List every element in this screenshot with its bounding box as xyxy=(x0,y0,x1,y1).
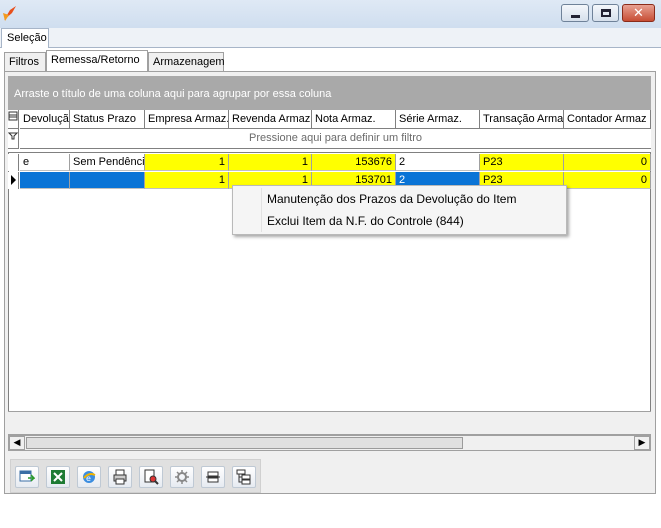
scroll-thumb[interactable] xyxy=(26,437,463,449)
maximize-icon xyxy=(600,9,611,17)
tab-remessa-retorno[interactable]: Remessa/Retorno xyxy=(46,50,148,72)
grid-footer xyxy=(8,411,651,435)
expand-button[interactable] xyxy=(232,466,256,488)
column-header-serie-armaz[interactable]: Série Armaz. xyxy=(396,110,480,129)
column-header-nota-armaz[interactable]: Nota Armaz. xyxy=(312,110,396,129)
current-row-arrow-icon xyxy=(8,172,19,189)
cell-nota-armaz[interactable]: 153676 xyxy=(312,154,396,171)
title-bar: ✕ xyxy=(0,0,661,28)
maximize-button[interactable] xyxy=(592,4,619,22)
cell-revenda-armaz[interactable]: 1 xyxy=(229,154,312,171)
collapse-button[interactable] xyxy=(201,466,225,488)
filter-row[interactable]: Pressione aqui para definir um filtro xyxy=(20,129,651,149)
column-header-empresa-armaz[interactable]: Empresa Armaz. xyxy=(145,110,229,129)
app-logo-icon xyxy=(3,6,16,21)
group-by-area[interactable]: Arraste o título de uma coluna aqui para… xyxy=(8,76,651,110)
settings-button[interactable] xyxy=(170,466,194,488)
context-menu: Manutenção dos Prazos da Devolução do It… xyxy=(232,185,567,235)
bottom-toolbar: e xyxy=(10,459,261,493)
column-header-status-prazo[interactable]: Status Prazo xyxy=(70,110,145,129)
cell-transacao-armaz[interactable]: P23 xyxy=(480,154,564,171)
cell-serie-armaz[interactable]: 2 xyxy=(396,154,480,171)
tab-filtros[interactable]: Filtros xyxy=(4,52,46,72)
scroll-left-icon[interactable]: ◀ xyxy=(9,436,25,450)
column-header-devolucao[interactable]: Devolução xyxy=(20,110,70,129)
minimize-button[interactable] xyxy=(561,4,589,22)
scroll-right-icon[interactable]: ▶ xyxy=(634,436,650,450)
collapse-icon xyxy=(206,471,220,483)
cell-contador-armaz[interactable]: 0 xyxy=(564,154,651,171)
column-header-contador-armaz[interactable]: Contador Armaz xyxy=(564,110,651,129)
column-header-revenda-armaz[interactable]: Revenda Armaz. xyxy=(229,110,312,129)
browser-icon: e xyxy=(83,471,96,483)
horizontal-scrollbar[interactable]: ◀ ▶ xyxy=(8,435,651,451)
print-preview-button[interactable] xyxy=(139,466,163,488)
cell-devolucao[interactable] xyxy=(20,172,70,189)
tab-armazenagem[interactable]: Armazenagem xyxy=(148,52,225,72)
grid-separator xyxy=(8,149,651,153)
context-menu-gutter xyxy=(261,188,262,232)
tab-selecao[interactable]: Seleção xyxy=(1,28,49,48)
settings-icon xyxy=(175,470,189,484)
close-icon: ✕ xyxy=(633,5,644,21)
column-header-transacao-armaz[interactable]: Transação Armaz. xyxy=(480,110,564,129)
column-chooser-icon[interactable] xyxy=(8,110,19,129)
menu-item-exclui-item[interactable]: Exclui Item da N.F. do Controle (844) xyxy=(267,214,464,228)
cell-contador-armaz[interactable]: 0 xyxy=(564,172,651,189)
menu-item-manutencao-prazos[interactable]: Manutenção dos Prazos da Devolução do It… xyxy=(267,192,516,206)
excel-icon xyxy=(51,470,65,484)
svg-text:e: e xyxy=(86,474,91,483)
cell-empresa-armaz[interactable]: 1 xyxy=(145,172,229,189)
export-button[interactable] xyxy=(15,466,39,488)
cell-status-prazo[interactable]: Sem Pendência xyxy=(70,154,145,171)
browser-button[interactable]: e xyxy=(77,466,101,488)
print-preview-icon xyxy=(144,469,159,485)
row-indicator xyxy=(8,154,19,171)
export-icon xyxy=(19,470,35,482)
minimize-icon xyxy=(570,14,580,18)
cell-status-prazo[interactable] xyxy=(70,172,145,189)
close-button[interactable]: ✕ xyxy=(622,4,655,22)
expand-icon xyxy=(236,469,251,485)
cell-devolucao[interactable]: e xyxy=(20,154,70,171)
print-icon xyxy=(113,469,127,485)
filter-icon[interactable] xyxy=(7,129,19,149)
cell-empresa-armaz[interactable]: 1 xyxy=(145,154,229,171)
print-button[interactable] xyxy=(108,466,132,488)
excel-button[interactable] xyxy=(46,466,70,488)
